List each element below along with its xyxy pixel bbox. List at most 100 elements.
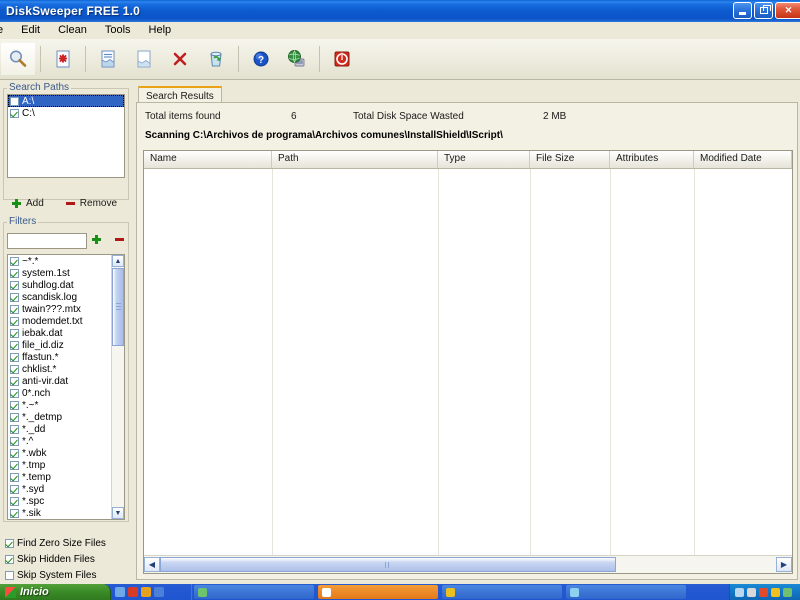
- toolbar-delete-button[interactable]: [163, 43, 197, 75]
- add-path-button[interactable]: Add: [12, 198, 44, 209]
- filter-checkbox[interactable]: [10, 496, 19, 506]
- filter-checkbox[interactable]: [10, 340, 19, 350]
- results-grid-body[interactable]: [144, 169, 792, 557]
- filter-list-item[interactable]: anti-vir.dat: [8, 375, 114, 387]
- tab-search-results[interactable]: Search Results: [138, 86, 222, 103]
- filter-checkbox[interactable]: [10, 352, 19, 362]
- filter-checkbox[interactable]: [10, 388, 19, 398]
- menu-edit[interactable]: Edit: [12, 23, 49, 38]
- filter-list-item[interactable]: file_id.diz: [8, 339, 114, 351]
- tray-icon-2[interactable]: [747, 587, 756, 597]
- toolbar-recycle-bin-button[interactable]: [199, 43, 233, 75]
- toolbar-web-button[interactable]: [280, 43, 314, 75]
- skip-system-files-checkbox[interactable]: [5, 570, 14, 580]
- filter-checkbox[interactable]: [10, 472, 19, 482]
- minimize-button[interactable]: [733, 2, 752, 19]
- search-path-item-a[interactable]: A:\: [8, 95, 124, 107]
- filter-list-item[interactable]: modemdet.txt: [8, 315, 114, 327]
- filters-scrollbar-vertical[interactable]: ▲ ▼: [111, 255, 124, 519]
- column-header[interactable]: Name: [144, 151, 272, 168]
- results-scroll-thumb[interactable]: [160, 557, 616, 572]
- filter-list-item[interactable]: *.wbk: [8, 447, 114, 459]
- filter-checkbox[interactable]: [10, 484, 19, 494]
- filter-checkbox[interactable]: [10, 256, 19, 266]
- filter-list-item[interactable]: *.spc: [8, 495, 114, 507]
- filter-checkbox[interactable]: [10, 364, 19, 374]
- filter-list-item[interactable]: *.temp: [8, 471, 114, 483]
- restore-button[interactable]: [754, 2, 773, 19]
- results-grid[interactable]: Name Path Type File Size Attributes Modified …: [143, 150, 793, 574]
- filter-checkbox[interactable]: [10, 508, 19, 518]
- menu-help[interactable]: Help: [140, 23, 181, 38]
- filters-list[interactable]: ~*.* system.1st suhdlog.dat scandisk.log twa…: [7, 254, 125, 520]
- tray-icon-5[interactable]: [783, 587, 792, 597]
- column-header[interactable]: Type: [438, 151, 530, 168]
- column-header[interactable]: Path: [272, 151, 438, 168]
- filter-checkbox[interactable]: [10, 280, 19, 290]
- filter-list-item[interactable]: *._dd: [8, 423, 114, 435]
- filter-list-item[interactable]: 0*.nch: [8, 387, 114, 399]
- filter-checkbox[interactable]: [10, 424, 19, 434]
- filter-checkbox[interactable]: [10, 460, 19, 470]
- column-header[interactable]: Modified Date: [694, 151, 792, 168]
- toolbar-stop-button[interactable]: [46, 43, 80, 75]
- option-skip-system-files[interactable]: Skip System Files: [5, 567, 106, 583]
- search-paths-list[interactable]: A:\ C:\: [7, 94, 125, 178]
- filter-checkbox[interactable]: [10, 328, 19, 338]
- menu-file[interactable]: e: [0, 23, 12, 38]
- filter-checkbox[interactable]: [10, 400, 19, 410]
- quick-launch-icon-3[interactable]: [141, 587, 151, 597]
- taskbar-button-2[interactable]: [318, 585, 438, 599]
- find-zero-size-files-checkbox[interactable]: [5, 538, 14, 548]
- filter-checkbox[interactable]: [10, 304, 19, 314]
- start-button[interactable]: Inicio: [0, 584, 111, 600]
- column-header[interactable]: File Size: [530, 151, 610, 168]
- filter-list-item[interactable]: *.sik: [8, 507, 114, 519]
- filter-list-item[interactable]: *._detmp: [8, 411, 114, 423]
- filter-checkbox[interactable]: [10, 376, 19, 386]
- results-scroll-track[interactable]: [160, 557, 776, 572]
- filter-input[interactable]: [7, 233, 87, 249]
- taskbar-button-4[interactable]: [566, 585, 686, 599]
- filter-list-item[interactable]: *.syd: [8, 483, 114, 495]
- filter-checkbox[interactable]: [10, 268, 19, 278]
- filter-list-item[interactable]: scandisk.log: [8, 291, 114, 303]
- search-path-checkbox-a[interactable]: [10, 96, 19, 106]
- filter-list-item[interactable]: ffastun.*: [8, 351, 114, 363]
- results-scroll-right-button[interactable]: ▶: [776, 557, 792, 572]
- search-path-item-c[interactable]: C:\: [8, 107, 124, 119]
- toolbar-new-report-button[interactable]: [127, 43, 161, 75]
- remove-filter-button[interactable]: [115, 238, 124, 241]
- filter-checkbox[interactable]: [10, 448, 19, 458]
- filters-scroll-down-button[interactable]: ▼: [112, 507, 124, 519]
- filter-checkbox[interactable]: [10, 292, 19, 302]
- close-button[interactable]: ✕: [775, 2, 800, 19]
- results-scrollbar-horizontal[interactable]: ◀ ▶: [144, 555, 792, 573]
- search-path-checkbox-c[interactable]: [10, 108, 19, 118]
- quick-launch-icon-2[interactable]: [128, 587, 138, 597]
- toolbar-exit-button[interactable]: [325, 43, 359, 75]
- quick-launch-icon-1[interactable]: [115, 587, 125, 597]
- taskbar-button-1[interactable]: [194, 585, 314, 599]
- filter-list-item[interactable]: *.~*: [8, 399, 114, 411]
- option-skip-hidden-files[interactable]: Skip Hidden Files: [5, 551, 106, 567]
- skip-hidden-files-checkbox[interactable]: [5, 554, 14, 564]
- tray-icon-3[interactable]: [759, 587, 768, 597]
- quick-launch-chevron-icon[interactable]: [154, 587, 164, 597]
- filter-list-item[interactable]: *.tmp: [8, 459, 114, 471]
- toolbar-search-button[interactable]: [1, 43, 35, 75]
- toolbar-help-button[interactable]: ?: [244, 43, 278, 75]
- add-filter-button[interactable]: [92, 235, 101, 244]
- filter-list-item[interactable]: twain???.mtx: [8, 303, 114, 315]
- filter-list-item[interactable]: iebak.dat: [8, 327, 114, 339]
- filter-list-item[interactable]: system.1st: [8, 267, 114, 279]
- column-header[interactable]: Attributes: [610, 151, 694, 168]
- taskbar-button-3[interactable]: [442, 585, 562, 599]
- filter-checkbox[interactable]: [10, 436, 19, 446]
- filters-scroll-thumb[interactable]: [112, 268, 124, 346]
- menu-tools[interactable]: Tools: [96, 23, 140, 38]
- filter-list-item[interactable]: suhdlog.dat: [8, 279, 114, 291]
- filter-list-item[interactable]: *.^: [8, 435, 114, 447]
- results-scroll-left-button[interactable]: ◀: [144, 557, 160, 572]
- toolbar-save-report-button[interactable]: [91, 43, 125, 75]
